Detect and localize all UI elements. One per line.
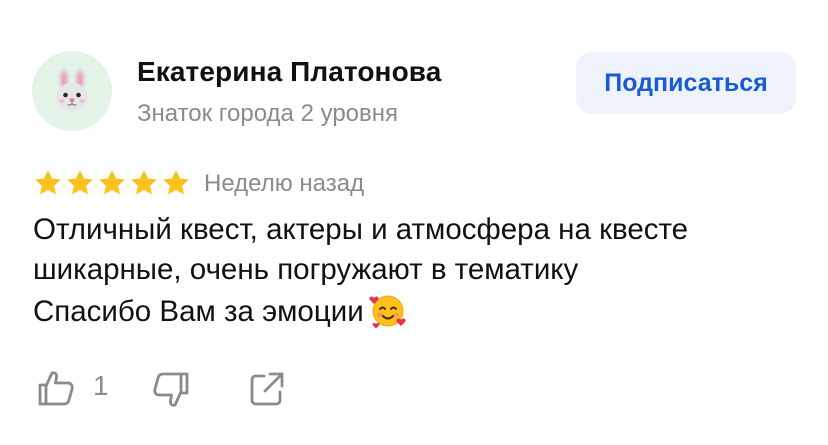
rabbit-face-icon: [56, 68, 88, 111]
rating-stars: [33, 168, 191, 198]
thumbs-down-icon[interactable]: [151, 370, 191, 410]
share-icon[interactable]: [247, 369, 287, 409]
like-count: 1: [93, 370, 109, 401]
review-date: Неделю назад: [204, 170, 365, 197]
smiling-face-with-hearts-icon: [369, 295, 406, 329]
author-level: Знаток города 2 уровня: [137, 100, 399, 127]
thumbs-up-icon[interactable]: [36, 368, 76, 408]
review-text: Отличный квест, актеры и атмосфера на кв…: [33, 210, 793, 332]
subscribe-button[interactable]: Подписаться: [576, 52, 796, 114]
star-icon: [35, 170, 61, 195]
star-icon: [67, 170, 93, 195]
star-icon: [163, 170, 189, 195]
review-line-last: Спасибо Вам за эмоции: [33, 290, 793, 332]
author-avatar[interactable]: [32, 51, 112, 131]
star-icon: [99, 170, 125, 195]
review-line: Отличный квест, актеры и атмосфера на кв…: [33, 213, 689, 246]
review-line-text: Спасибо Вам за эмоции: [33, 295, 364, 328]
review-line: шикарные, очень погружают в тематику: [33, 253, 579, 286]
review-card: Екатерина Платонова Знаток города 2 уров…: [0, 0, 828, 445]
author-name[interactable]: Екатерина Платонова: [137, 56, 441, 88]
star-icon: [131, 170, 157, 195]
